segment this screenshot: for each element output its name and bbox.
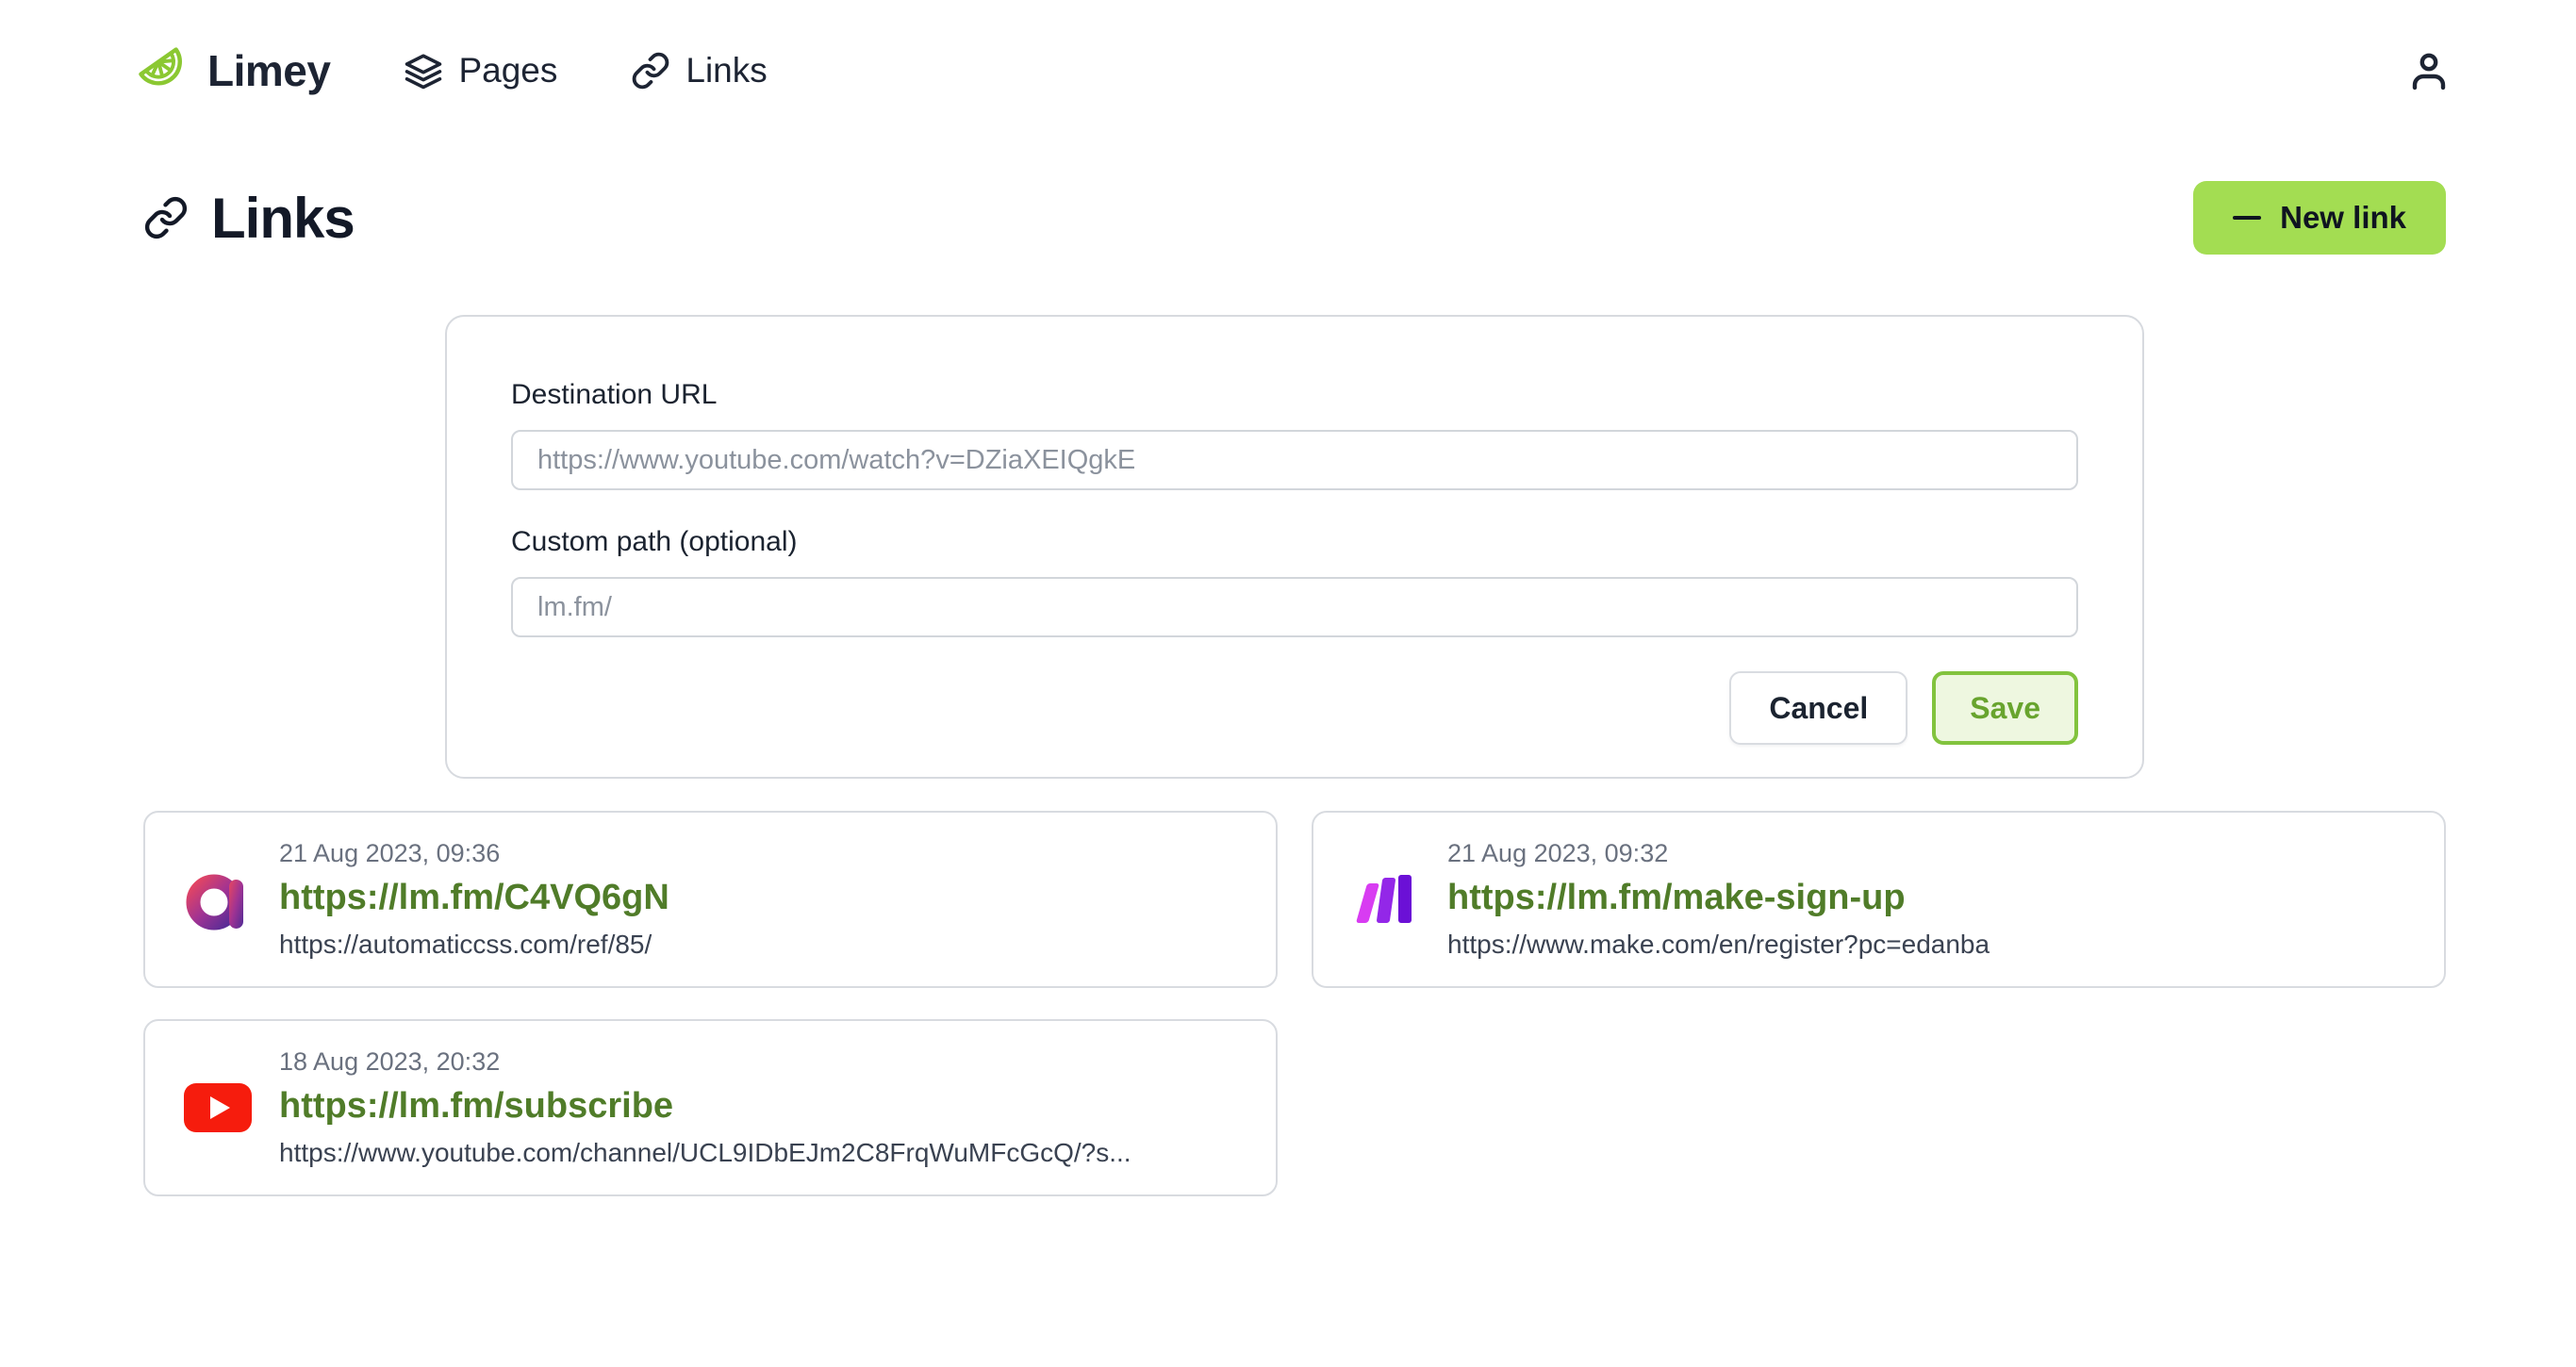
destination-url-field-group: Destination URL (511, 379, 2078, 490)
page-header: Links New link (143, 181, 2446, 255)
cancel-button[interactable]: Cancel (1729, 671, 1907, 745)
brand-logo[interactable]: Limey (132, 41, 330, 100)
make-icon (1351, 874, 1421, 925)
youtube-icon (183, 1083, 253, 1132)
short-url-link[interactable]: https://lm.fm/C4VQ6gN (279, 878, 669, 918)
page-title-wrap: Links (143, 186, 355, 251)
destination-url-input[interactable] (511, 430, 2078, 490)
save-button[interactable]: Save (1932, 671, 2078, 745)
nav-item-pages[interactable]: Pages (404, 51, 557, 91)
link-card-text: 21 Aug 2023, 09:32 https://lm.fm/make-si… (1447, 839, 1990, 960)
link-card-text: 21 Aug 2023, 09:36 https://lm.fm/C4VQ6gN… (279, 839, 669, 960)
link-card-automaticcss[interactable]: 21 Aug 2023, 09:36 https://lm.fm/C4VQ6gN… (143, 811, 1278, 988)
new-link-button-label: New link (2280, 200, 2406, 236)
lime-slice-icon (132, 41, 190, 100)
minus-icon (2233, 216, 2261, 220)
nav-item-label: Links (685, 51, 767, 91)
new-link-form: Destination URL Custom path (optional) C… (445, 315, 2144, 779)
link-card-text: 18 Aug 2023, 20:32 https://lm.fm/subscri… (279, 1047, 1131, 1168)
short-url-link[interactable]: https://lm.fm/subscribe (279, 1086, 673, 1127)
links-list: 21 Aug 2023, 09:36 https://lm.fm/C4VQ6gN… (143, 811, 2446, 1196)
destination-url-text: https://automaticcss.com/ref/85/ (279, 930, 669, 960)
link-icon (631, 51, 670, 91)
destination-url-label: Destination URL (511, 379, 2078, 411)
link-created-date: 18 Aug 2023, 20:32 (279, 1047, 1131, 1077)
nav-item-links[interactable]: Links (631, 51, 767, 91)
form-actions: Cancel Save (511, 671, 2078, 745)
user-account-button[interactable] (2406, 48, 2452, 93)
layers-icon (404, 51, 443, 91)
new-link-button[interactable]: New link (2193, 181, 2446, 255)
destination-url-text: https://www.make.com/en/register?pc=edan… (1447, 930, 1990, 960)
nav-items: Pages Links (404, 51, 767, 91)
automaticcss-icon (183, 865, 253, 934)
link-created-date: 21 Aug 2023, 09:36 (279, 839, 669, 868)
link-created-date: 21 Aug 2023, 09:32 (1447, 839, 1990, 868)
top-nav: Limey Pages Links (0, 0, 2576, 100)
custom-path-label: Custom path (optional) (511, 526, 2078, 558)
custom-path-input[interactable] (511, 577, 2078, 637)
main-content: Links New link Destination URL Custom pa… (0, 181, 2576, 1196)
short-url-link[interactable]: https://lm.fm/make-sign-up (1447, 878, 1906, 918)
custom-path-field-group: Custom path (optional) (511, 526, 2078, 637)
user-icon (2406, 48, 2452, 93)
destination-url-text: https://www.youtube.com/channel/UCL9IDbE… (279, 1138, 1131, 1168)
link-card-youtube[interactable]: 18 Aug 2023, 20:32 https://lm.fm/subscri… (143, 1019, 1278, 1196)
link-card-make[interactable]: 21 Aug 2023, 09:32 https://lm.fm/make-si… (1312, 811, 2446, 988)
link-icon (143, 195, 189, 240)
nav-item-label: Pages (458, 51, 557, 91)
page-title: Links (211, 186, 355, 251)
brand-name: Limey (207, 45, 330, 96)
